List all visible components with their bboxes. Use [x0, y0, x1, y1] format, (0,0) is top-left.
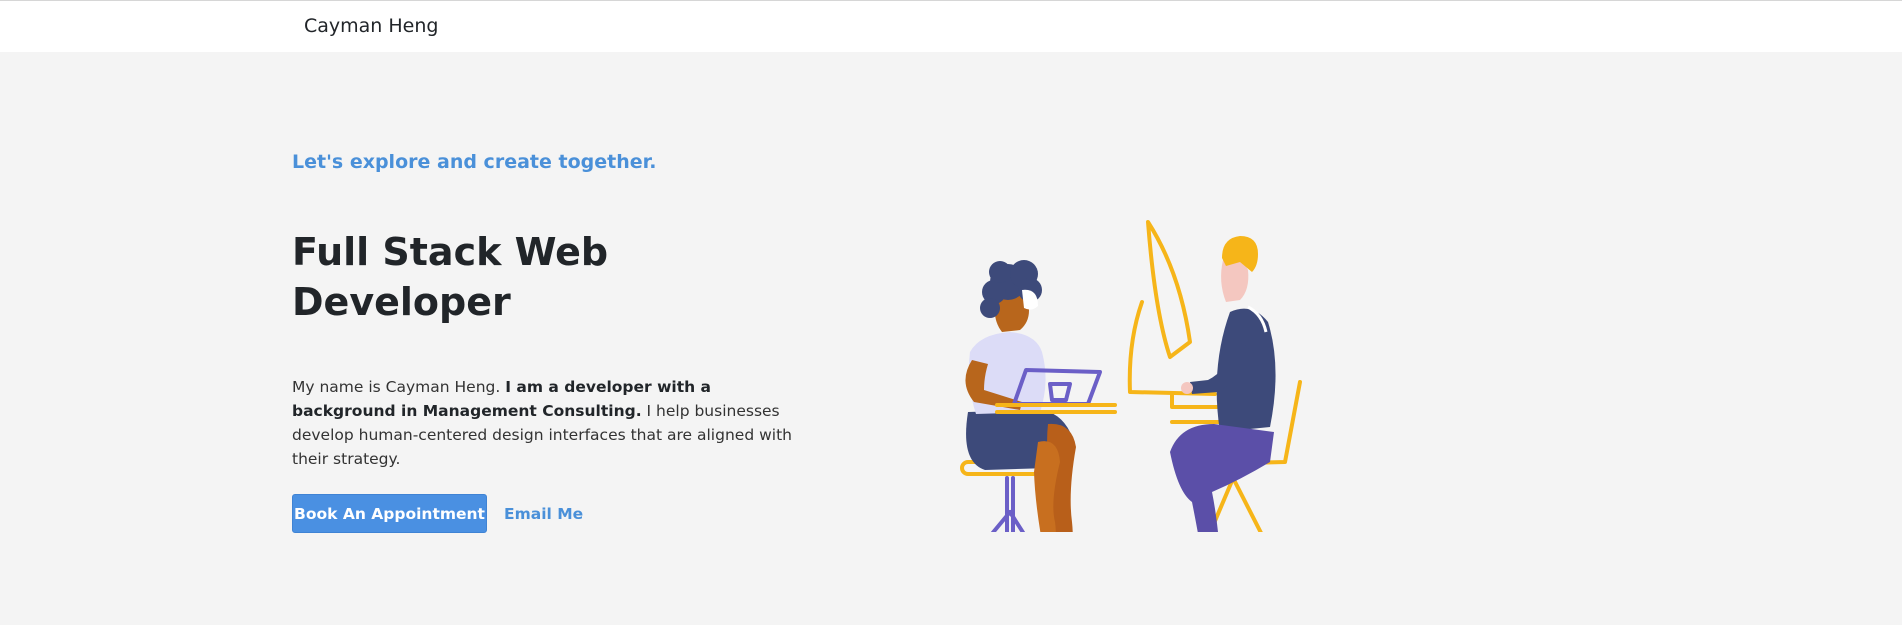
- title-line-2: Developer: [292, 280, 511, 324]
- book-appointment-button[interactable]: Book An Appointment: [292, 494, 487, 533]
- brand-link[interactable]: Cayman Heng: [304, 15, 438, 37]
- intro-paragraph: My name is Cayman Heng. I am a developer…: [292, 375, 812, 471]
- hero-tagline: Let's explore and create together.: [292, 151, 657, 173]
- page-title: Full Stack Web Developer: [292, 227, 712, 327]
- left-stool: [990, 476, 1026, 532]
- hero-section: Let's explore and create together. Full …: [0, 52, 1902, 625]
- email-me-link[interactable]: Email Me: [504, 494, 583, 533]
- title-line-1: Full Stack Web: [292, 230, 609, 274]
- intro-text-1: My name is Cayman Heng.: [292, 378, 506, 396]
- navbar: Cayman Heng: [0, 1, 1902, 52]
- developers-illustration: [960, 220, 1302, 532]
